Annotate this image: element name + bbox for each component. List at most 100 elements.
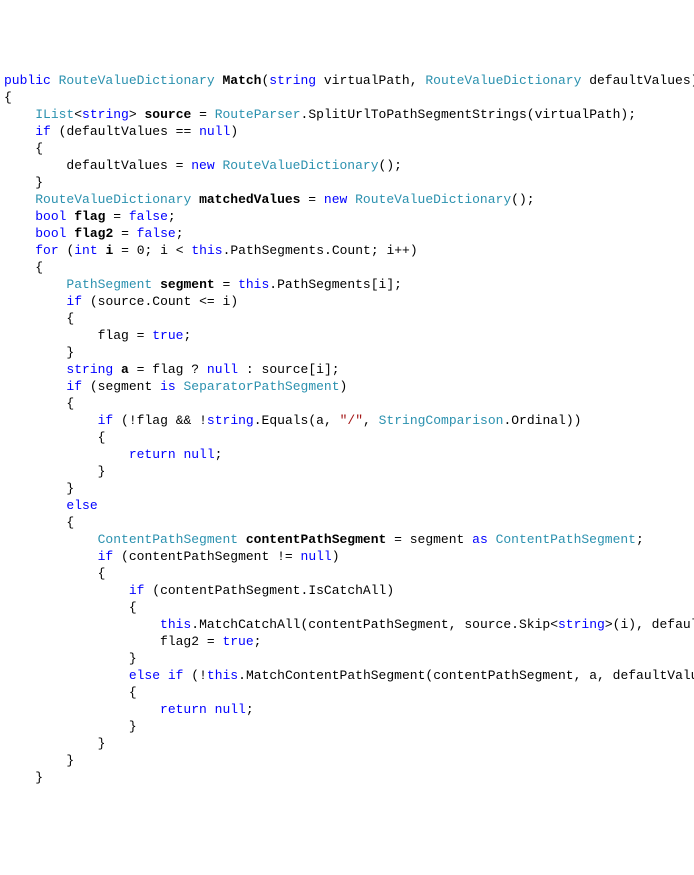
code-token: { <box>129 600 137 615</box>
code-token: null <box>301 549 332 564</box>
code-token: flag <box>74 209 105 224</box>
code-line: flag2 = true; <box>4 633 690 650</box>
code-token <box>4 532 98 547</box>
code-token <box>191 192 199 207</box>
code-token: defaultValues <box>613 668 694 683</box>
code-token <box>4 736 98 751</box>
code-token <box>4 396 66 411</box>
code-token: flag <box>137 413 168 428</box>
code-token: RouteValueDictionary <box>355 192 511 207</box>
code-token: } <box>35 770 43 785</box>
code-token: Count <box>332 243 371 258</box>
code-token: } <box>66 481 74 496</box>
code-token <box>51 73 59 88</box>
code-token: PathSegments <box>277 277 371 292</box>
code-token: flag2 <box>160 634 199 649</box>
code-token: defaultValues <box>589 73 690 88</box>
code-token: ( <box>527 107 535 122</box>
code-token <box>4 515 66 530</box>
code-line: { <box>4 599 690 616</box>
code-token: && <box>168 413 199 428</box>
code-token: = <box>129 328 152 343</box>
code-line: { <box>4 514 690 531</box>
code-token <box>4 668 129 683</box>
code-token: a <box>121 362 129 377</box>
code-token: { <box>66 515 74 530</box>
code-token <box>4 685 129 700</box>
code-line: } <box>4 752 690 769</box>
code-token: ; <box>168 209 176 224</box>
code-token: = <box>129 362 152 377</box>
code-line: bool flag2 = false; <box>4 225 690 242</box>
code-token <box>4 192 35 207</box>
code-token: = <box>191 107 214 122</box>
code-token: ; <box>215 447 223 462</box>
code-token: ] <box>386 277 394 292</box>
code-token: Ordinal <box>511 413 566 428</box>
code-token: source <box>98 294 145 309</box>
code-line: } <box>4 344 690 361</box>
code-token <box>207 702 215 717</box>
code-token: . <box>511 617 519 632</box>
code-token: , <box>363 413 379 428</box>
code-token <box>4 345 66 360</box>
code-token: virtualPath <box>535 107 621 122</box>
code-token: , <box>597 668 613 683</box>
code-line: { <box>4 395 690 412</box>
code-token: segment <box>410 532 465 547</box>
code-token: defaultValues <box>66 158 167 173</box>
code-line: return null; <box>4 701 690 718</box>
code-token: > <box>129 107 137 122</box>
code-line: if (source.Count <= i) <box>4 293 690 310</box>
code-token <box>168 243 176 258</box>
code-token <box>4 719 129 734</box>
code-token: ; <box>636 532 644 547</box>
code-token: string <box>558 617 605 632</box>
code-token: else <box>129 668 160 683</box>
code-line: defaultValues = new RouteValueDictionary… <box>4 157 690 174</box>
code-token: { <box>66 396 74 411</box>
code-token: segment <box>98 379 153 394</box>
code-token: ; <box>628 107 636 122</box>
code-token: , <box>324 413 340 428</box>
code-token <box>4 294 66 309</box>
code-token: ( <box>121 413 129 428</box>
code-token: source <box>144 107 191 122</box>
code-token <box>4 464 98 479</box>
code-token: defaultValues <box>652 617 694 632</box>
code-line: { <box>4 565 690 582</box>
code-token: , <box>636 617 652 632</box>
code-token: virtualPath <box>324 73 410 88</box>
code-token: [ <box>371 277 379 292</box>
code-line: ContentPathSegment contentPathSegment = … <box>4 531 690 548</box>
code-token: if <box>66 379 82 394</box>
code-line: } <box>4 718 690 735</box>
code-line: } <box>4 650 690 667</box>
code-token <box>152 277 160 292</box>
code-line: this.MatchCatchAll(contentPathSegment, s… <box>4 616 690 633</box>
code-token: "/" <box>340 413 363 428</box>
code-token: } <box>66 345 74 360</box>
code-token: ; <box>394 158 402 173</box>
code-token <box>4 651 129 666</box>
code-token <box>4 379 66 394</box>
code-line: { <box>4 310 690 327</box>
code-token: = <box>168 158 191 173</box>
code-line: bool flag = false; <box>4 208 690 225</box>
code-line: if (segment is SeparatorPathSegment) <box>4 378 690 395</box>
code-token: { <box>4 90 12 105</box>
code-token: ) <box>332 549 340 564</box>
code-token <box>160 668 168 683</box>
code-token: a <box>589 668 597 683</box>
code-token: Equals <box>262 413 309 428</box>
code-token: bool <box>35 209 66 224</box>
code-token: source <box>464 617 511 632</box>
code-token: [ <box>308 362 316 377</box>
code-token: string <box>207 413 254 428</box>
code-token: RouteValueDictionary <box>425 73 581 88</box>
code-token: new <box>324 192 347 207</box>
code-token <box>4 770 35 785</box>
code-token <box>4 617 160 632</box>
code-token <box>82 294 90 309</box>
code-token: ! <box>199 668 207 683</box>
